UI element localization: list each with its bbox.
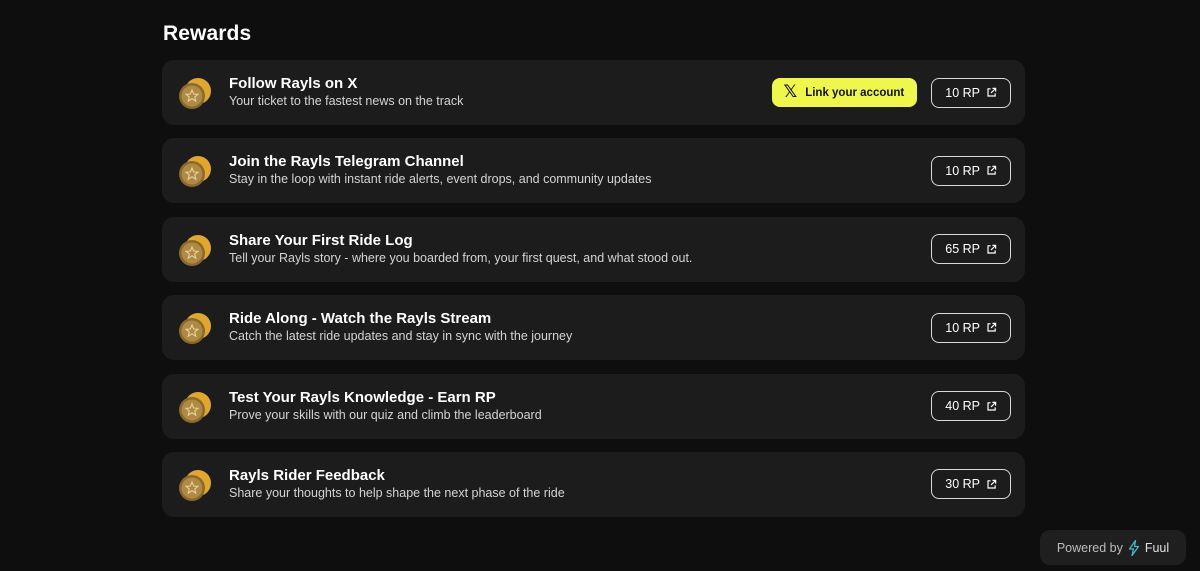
rewards-page: Rewards Follow Rayls on X Your ticket to… [0, 0, 1200, 571]
reward-points-label: 30 RP [945, 477, 980, 492]
coin-stack-icon [178, 312, 212, 346]
reward-points-label: 10 RP [945, 163, 980, 178]
reward-title: Rayls Rider Feedback [229, 466, 385, 484]
powered-by-label: Powered by [1056, 540, 1123, 555]
link-account-label: Link your account [805, 86, 905, 99]
reward-title: Ride Along - Watch the Rayls Stream [229, 310, 492, 328]
reward-card-telegram: Join the Rayls Telegram Channel Stay in … [162, 138, 1025, 204]
reward-points-label: 40 RP [945, 399, 980, 414]
reward-title: Share Your First Ride Log [229, 231, 413, 249]
bolt-icon [1128, 539, 1139, 556]
brand-name: Fuul [1144, 540, 1170, 555]
external-link-icon [987, 87, 997, 97]
coin-stack-icon [178, 391, 212, 425]
reward-title: Follow Rayls on X [229, 75, 358, 92]
external-link-icon [987, 401, 997, 411]
reward-description: Stay in the loop with instant ride alert… [229, 172, 652, 187]
reward-points-button[interactable]: 65 RP [931, 234, 1011, 265]
coin-stack-icon [178, 234, 212, 268]
rewards-list: Follow Rayls on X Your ticket to the fas… [162, 60, 1025, 530]
external-link-icon [987, 244, 997, 254]
reward-points-button[interactable]: 10 RP [931, 312, 1011, 343]
x-logo-icon: 𝕏 [783, 82, 798, 102]
reward-description: Tell your Rayls story - where you boarde… [229, 250, 693, 265]
reward-card-follow-x: Follow Rayls on X Your ticket to the fas… [162, 60, 1025, 125]
reward-card-quiz: Test Your Rayls Knowledge - Earn RP Prov… [162, 373, 1025, 439]
external-link-icon [987, 479, 997, 489]
reward-points-label: 10 RP [945, 85, 980, 100]
reward-points-button[interactable]: 10 RP [931, 77, 1011, 108]
powered-by-badge[interactable]: Powered by Fuul [1040, 530, 1186, 565]
reward-card-ride-log: Share Your First Ride Log Tell your Rayl… [162, 216, 1025, 282]
reward-description: Your ticket to the fastest news on the t… [229, 94, 464, 108]
reward-card-feedback: Rayls Rider Feedback Share your thoughts… [162, 451, 1025, 517]
external-link-icon [987, 322, 997, 332]
reward-points-button[interactable]: 40 RP [931, 391, 1011, 422]
reward-description: Share your thoughts to help shape the ne… [229, 485, 565, 500]
reward-points-label: 65 RP [945, 242, 980, 257]
coin-stack-icon [178, 155, 212, 189]
coin-stack-icon [178, 469, 212, 503]
reward-points-label: 10 RP [945, 320, 980, 335]
link-account-button[interactable]: 𝕏 Link your account [771, 78, 918, 107]
reward-title: Test Your Rayls Knowledge - Earn RP [229, 388, 496, 406]
reward-description: Prove your skills with our quiz and clim… [229, 407, 542, 422]
reward-description: Catch the latest ride updates and stay i… [229, 329, 573, 344]
page-title: Rewards [163, 22, 252, 45]
reward-card-stream: Ride Along - Watch the Rayls Stream Catc… [162, 295, 1025, 361]
reward-title: Join the Rayls Telegram Channel [229, 153, 464, 171]
coin-stack-icon [178, 77, 212, 111]
external-link-icon [987, 166, 997, 175]
reward-points-button[interactable]: 30 RP [931, 469, 1011, 500]
reward-points-button[interactable]: 10 RP [931, 155, 1011, 186]
